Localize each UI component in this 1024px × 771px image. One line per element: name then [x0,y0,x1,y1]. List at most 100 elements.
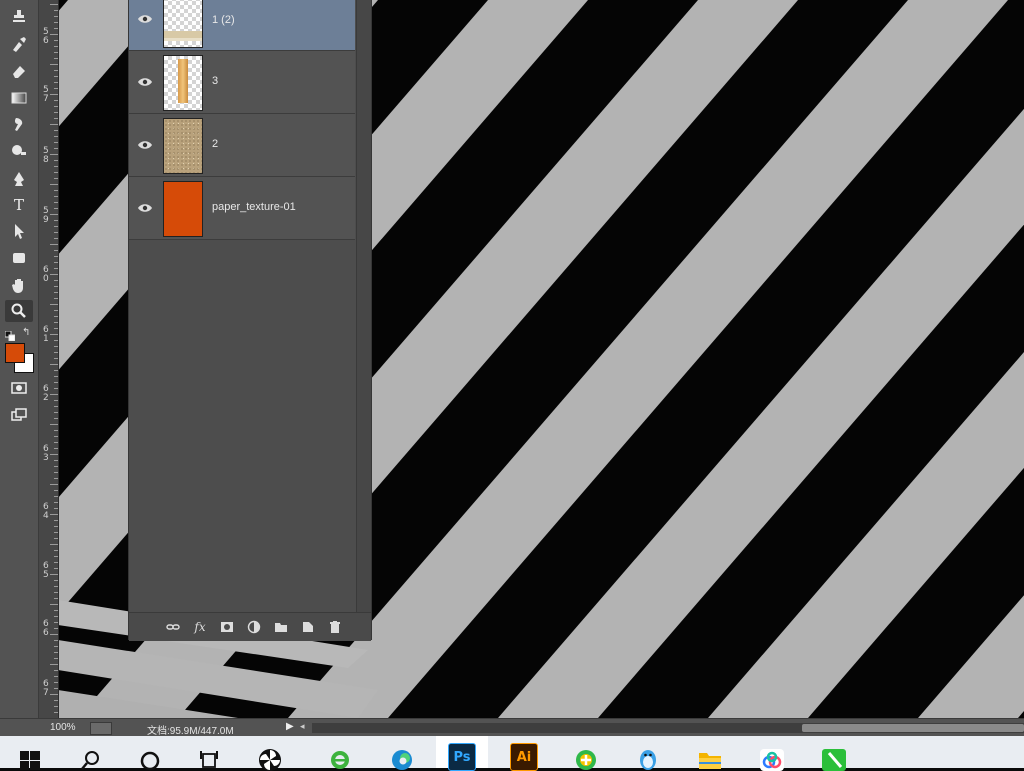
task-view-button[interactable] [184,736,236,768]
status-view-icon[interactable] [90,722,112,735]
ruler-tick [54,472,58,473]
zoom-level-input[interactable]: 100% [50,722,76,733]
green-app[interactable] [808,736,860,771]
layer-name[interactable]: 2 [212,138,218,150]
ruler-tick [54,646,58,647]
path-selection-tool-icon[interactable] [5,220,33,242]
baidu-netdisk[interactable] [746,736,798,771]
gradient-tool-icon[interactable] [5,87,33,109]
tools-panel: T ↰ [0,0,39,718]
edge-browser-icon [392,750,412,770]
ruler-tick [50,244,58,245]
new-layer-icon[interactable] [299,619,317,635]
canvas-stripe [918,0,1024,718]
illustrator-app[interactable]: Ai [498,736,550,771]
search-icon [81,751,99,770]
ruler-tick [54,700,58,701]
ruler-tick [54,118,58,119]
ruler-tick [54,178,58,179]
ruler-tick [50,544,58,545]
history-brush-tool-icon[interactable] [5,33,33,55]
search-button[interactable] [64,736,116,770]
swap-colors-icon[interactable]: ↰ [22,327,30,338]
ruler-tick [54,226,58,227]
windows-logo-icon [20,751,40,770]
ruler-tick [54,172,58,173]
photoshop-app[interactable]: Ps [436,736,488,771]
pinwheel-app[interactable] [244,736,296,771]
360-browser[interactable] [560,736,612,770]
ruler-tick [50,124,58,125]
blur-tool-icon[interactable] [5,113,33,135]
ruler-tick [54,538,58,539]
ruler-tick [54,202,58,203]
edge-browser[interactable] [376,736,428,770]
pen-tool-icon[interactable] [5,168,33,190]
visibility-eye-icon[interactable] [137,12,153,24]
layer-row-paper-texture-01[interactable]: paper_texture-01 [129,177,355,240]
layers-scrollbar[interactable] [356,0,371,612]
green-pen-icon [822,749,846,771]
new-group-icon[interactable] [272,619,290,635]
eraser-tool-icon[interactable] [5,60,33,82]
status-bar: 100% 文档:95.9M/447.0M ▶ ◂ [0,718,1024,737]
horizontal-scrollbar[interactable] [312,723,1024,733]
ruler-tick [54,22,58,23]
layer-mask-icon[interactable] [218,619,236,635]
cortana-button[interactable] [124,736,176,771]
ruler-tick [54,358,58,359]
vertical-ruler[interactable]: 5 6 5 7 5 8 5 9 6 0 6 1 6 2 6 3 6 4 6 5 … [39,0,59,718]
screen-mode-icon[interactable] [5,404,33,426]
scrollbar-thumb[interactable] [802,724,1024,732]
ruler-tick [54,190,58,191]
ruler-tick [54,322,58,323]
layer-row-1-2[interactable]: 1 (2) [129,0,355,51]
ruler-tick [54,670,58,671]
zoom-tool-icon[interactable] [5,300,33,322]
qq-app[interactable] [622,736,674,770]
layer-row-2[interactable]: 2 [129,114,355,177]
ruler-tick [54,568,58,569]
status-menu-arrow-icon[interactable]: ▶ [286,721,294,732]
layer-name[interactable]: 3 [212,75,218,87]
ruler-tick [50,664,58,665]
ruler-tick [54,346,58,347]
ruler-tick [50,274,58,275]
adjustment-layer-icon[interactable] [245,619,263,635]
ruler-tick [54,562,58,563]
delete-layer-icon[interactable] [326,619,344,635]
visibility-eye-icon[interactable] [137,138,153,150]
ruler-tick [54,640,58,641]
default-colors-icon[interactable] [4,328,16,342]
visibility-eye-icon[interactable] [137,75,153,87]
link-layers-icon[interactable] [164,619,182,635]
file-explorer[interactable] [684,736,736,769]
visibility-eye-icon[interactable] [137,201,153,213]
ruler-tick [54,622,58,623]
scroll-left-icon[interactable]: ◂ [300,721,305,732]
ie-browser-icon [331,751,349,769]
start-button[interactable] [4,736,56,770]
ruler-tick [50,64,58,65]
clone-stamp-tool-icon[interactable] [5,6,33,28]
foreground-color-swatch[interactable] [5,343,25,363]
ruler-tick [54,532,58,533]
layer-thumbnail [163,0,203,48]
type-tool-icon[interactable]: T [5,194,33,216]
rectangle-tool-icon[interactable] [5,247,33,269]
hand-tool-icon[interactable] [5,274,33,296]
ruler-tick [54,352,58,353]
layer-name[interactable]: 1 (2) [212,14,235,26]
ruler-tick [54,526,58,527]
layer-row-3[interactable]: 3 [129,51,355,114]
ruler-tick [54,376,58,377]
360-icon [576,750,596,770]
ruler-tick [54,556,58,557]
quick-mask-icon[interactable] [5,377,33,399]
layer-style-icon[interactable]: fx [191,619,209,635]
ie-browser[interactable] [314,736,366,769]
ruler-tick [54,400,58,401]
dodge-tool-icon[interactable] [5,140,33,162]
ruler-tick [54,508,58,509]
layer-name[interactable]: paper_texture-01 [212,201,296,213]
